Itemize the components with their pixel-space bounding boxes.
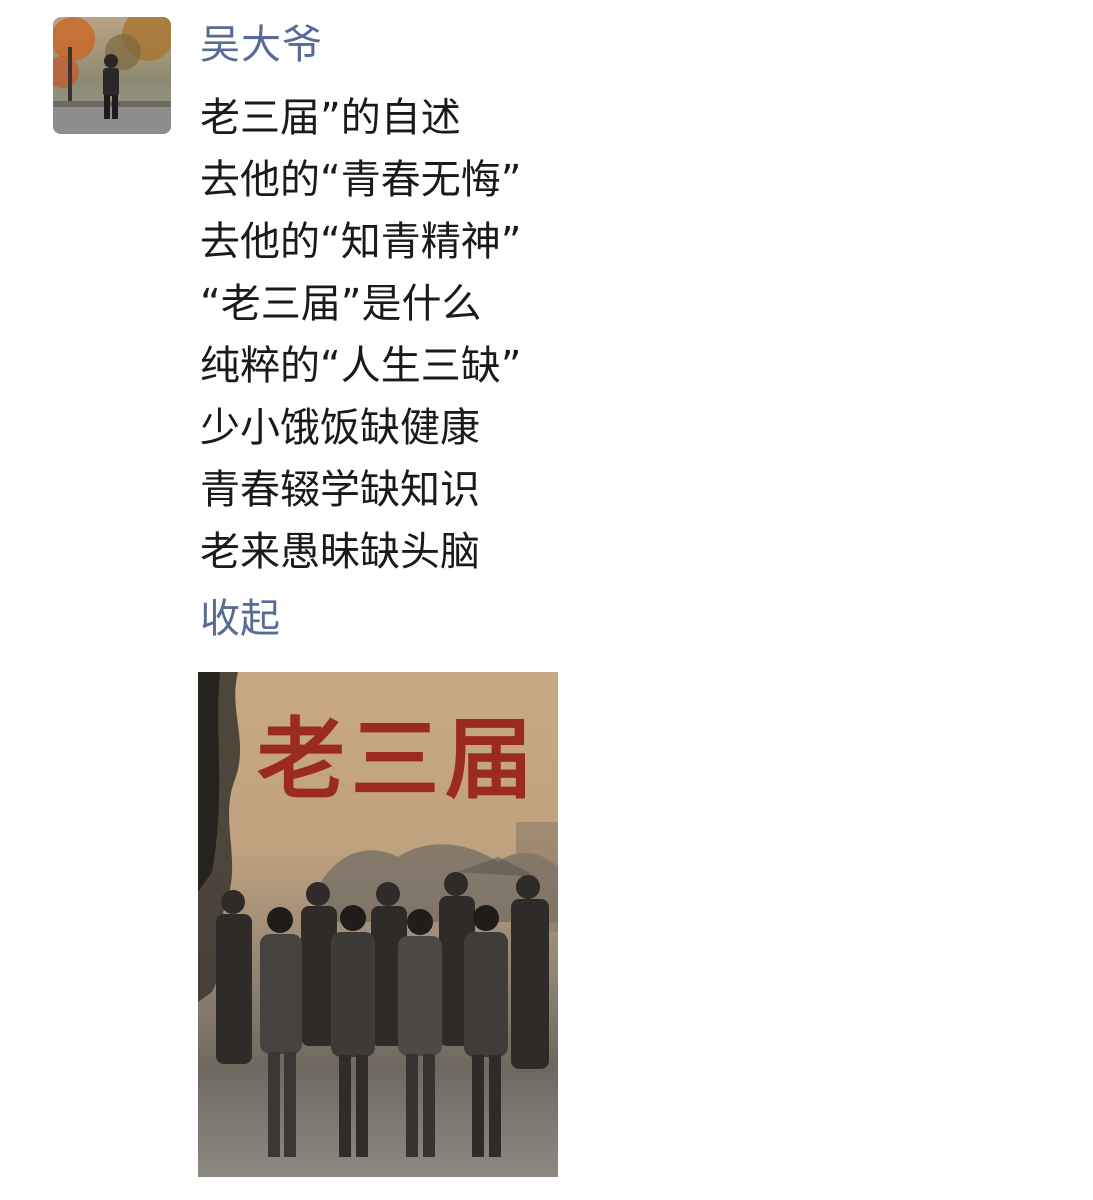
post-line: 去他的“知青精神” xyxy=(200,219,522,265)
image-title-text: 老三届 xyxy=(257,707,539,811)
post-line: 老来愚昧缺头脑 xyxy=(200,529,480,575)
post-line: 纯粹的“人生三缺” xyxy=(200,343,522,389)
post-line: 少小饿饭缺健康 xyxy=(200,405,480,451)
post-line: 去他的“青春无悔” xyxy=(200,157,522,203)
post-text: 老三届”的自述 去他的“青春无悔” 去他的“知青精神” “老三届”是什么 纯粹的… xyxy=(200,87,1000,583)
post-image[interactable]: 老三届 xyxy=(198,672,558,1177)
avatar[interactable] xyxy=(53,17,171,134)
author-name[interactable]: 吴大爷 xyxy=(200,20,323,70)
post-line: 青春辍学缺知识 xyxy=(200,467,480,513)
post-line: “老三届”是什么 xyxy=(200,281,482,327)
collapse-link[interactable]: 收起 xyxy=(200,592,280,646)
post-line: 老三届”的自述 xyxy=(200,95,461,141)
